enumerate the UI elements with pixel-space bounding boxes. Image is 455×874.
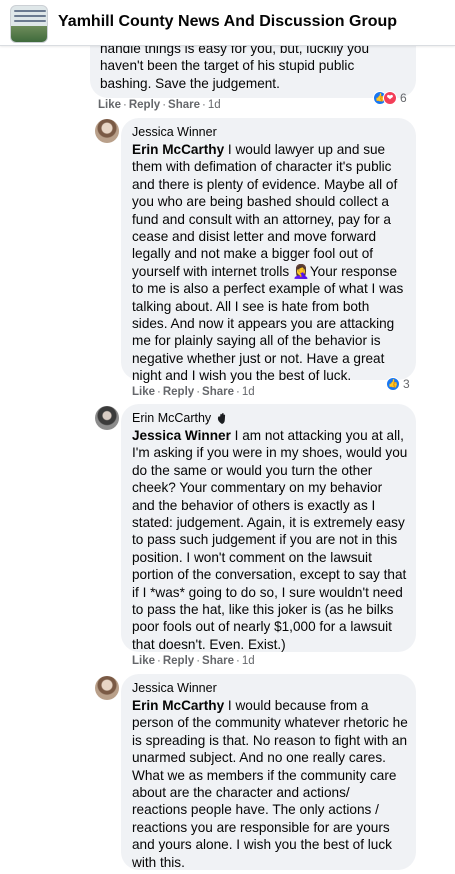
- comment-actions: Like · Reply · Share · 1d: [132, 386, 255, 398]
- comment-timestamp[interactable]: 1d: [242, 386, 255, 398]
- comment-actions: Like · Reply · Share · 1d: [132, 655, 255, 667]
- comment-text: Jessica Winner I am not attacking you at…: [132, 427, 408, 653]
- group-header: Yamhill County News And Discussion Group: [0, 0, 455, 46]
- avatar[interactable]: [95, 676, 119, 700]
- group-title[interactable]: Yamhill County News And Discussion Group: [58, 13, 397, 31]
- comment-text: Erin McCarthy I would lawyer up and sue …: [132, 141, 408, 385]
- comment-timestamp[interactable]: 1d: [208, 99, 221, 111]
- comment-actions: Like · Reply · Share · 1d: [98, 99, 221, 111]
- share-link[interactable]: Share: [168, 99, 200, 111]
- group-avatar[interactable]: [10, 5, 48, 43]
- comment-bubble: Jessica Winner Erin McCarthy I would law…: [121, 118, 416, 383]
- reaction-count: 6: [400, 91, 407, 105]
- comment-author: Erin McCarthy: [132, 411, 408, 426]
- like-reaction-icon: 👍: [386, 377, 400, 391]
- comment-text: Erin McCarthy I would because from a per…: [132, 697, 408, 871]
- mention-link[interactable]: Jessica Winner: [132, 428, 231, 443]
- reaction-count: 3: [403, 377, 410, 391]
- comment-timestamp[interactable]: 1d: [242, 655, 255, 667]
- comment-bubble: Erin McCarthy Jessica Winner I am not at…: [121, 404, 416, 652]
- reply-link[interactable]: Reply: [163, 655, 194, 667]
- reply-link[interactable]: Reply: [129, 99, 160, 111]
- love-reaction-icon: ❤: [383, 91, 397, 105]
- comment-body: I would lawyer up and sue them with defi…: [132, 142, 404, 384]
- like-link[interactable]: Like: [132, 386, 155, 398]
- comment-bubble: Jessica Winner Erin McCarthy I would bec…: [121, 674, 416, 870]
- mention-link[interactable]: Erin McCarthy: [132, 142, 224, 157]
- comment-text: handle things is easy for you, but, luck…: [100, 40, 404, 92]
- comment-body: I am not attacking you at all, I'm askin…: [132, 428, 408, 652]
- reaction-summary[interactable]: 👍 3: [386, 377, 410, 391]
- comment-text-line: haven't been the target of his stupid pu…: [100, 58, 355, 74]
- reply-link[interactable]: Reply: [163, 386, 194, 398]
- avatar[interactable]: [95, 119, 119, 143]
- comment-text-line: bashing. Save the judgement.: [100, 75, 280, 91]
- author-name[interactable]: Erin McCarthy: [132, 411, 211, 425]
- comment-author[interactable]: Jessica Winner: [132, 681, 408, 696]
- share-link[interactable]: Share: [202, 386, 234, 398]
- comment-author[interactable]: Jessica Winner: [132, 125, 408, 140]
- mention-link[interactable]: Erin McCarthy: [132, 698, 224, 713]
- comment-body: I would because from a person of the com…: [132, 698, 408, 870]
- like-link[interactable]: Like: [132, 655, 155, 667]
- reaction-summary[interactable]: 👍 ❤ 6: [373, 91, 407, 105]
- rising-fan-icon: [218, 412, 226, 424]
- avatar[interactable]: [95, 406, 119, 430]
- share-link[interactable]: Share: [202, 655, 234, 667]
- like-link[interactable]: Like: [98, 99, 121, 111]
